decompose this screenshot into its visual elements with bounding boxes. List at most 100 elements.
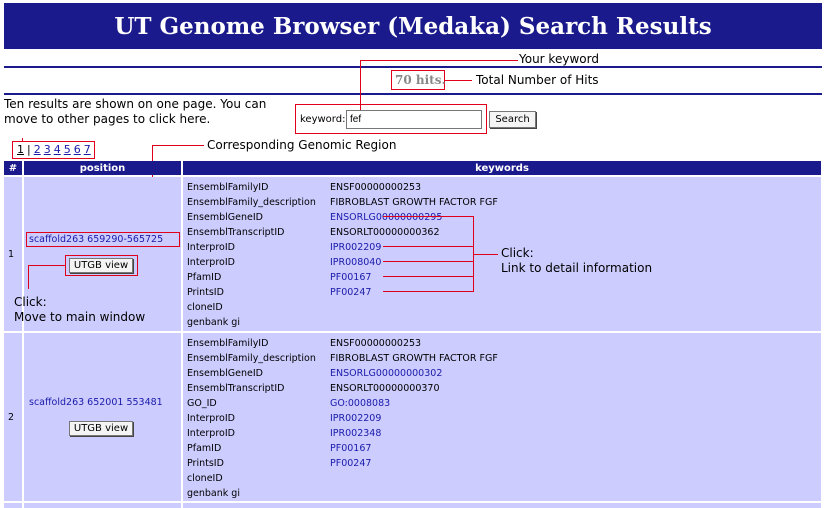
keyword-value: ENSORLT00000000370 [330, 383, 440, 394]
keyword-name: genbank gi [187, 488, 240, 499]
keyword-value: FIBROBLAST GROWTH FACTOR FGF [330, 197, 498, 208]
keyword-name: EnsemblTranscriptID [187, 227, 285, 238]
keyword-name: EnsemblFamily_description [187, 353, 316, 364]
keyword-value-link[interactable]: PF00247 [330, 285, 371, 300]
keyword-name: EnsemblFamily_description [187, 197, 316, 208]
column-header-num: # [4, 161, 22, 175]
annotation-line [474, 254, 498, 255]
keyword-value-link[interactable]: ENSORLG00000000302 [330, 366, 442, 381]
keyword-row: EnsemblFamilyID ENSF00000000253 [187, 180, 817, 195]
position-link[interactable]: scaffold263 659290-565725 [29, 234, 163, 245]
page-link-3[interactable]: 3 [44, 143, 51, 156]
keyword-row: PfamID PF00167 [187, 441, 817, 456]
column-header-keywords: keywords [183, 161, 821, 175]
divider-bottom [4, 93, 822, 95]
keyword-name: EnsemblTranscriptID [187, 383, 285, 394]
keyword-row: PrintsID PF00247 [187, 456, 817, 471]
page-link-2[interactable]: 2 [34, 143, 41, 156]
keyword-row: EnsemblGeneID ENSORLG00000000302 [187, 366, 817, 381]
annotation-click-detail: Click: Link to detail information [501, 246, 652, 276]
keyword-row: EnsemblFamilyID ENSF00000000253 [187, 336, 817, 351]
annotation-click-detail-line1: Click: [501, 246, 534, 260]
keyword-name: InterproID [187, 413, 235, 424]
annotation-line [152, 145, 204, 146]
annotation-line [360, 60, 518, 61]
page-link-5[interactable]: 5 [64, 143, 71, 156]
keyword-row: EnsemblTranscriptID ENSORLT00000000362 [187, 225, 817, 240]
keyword-row: EnsemblGeneID ENSORLG00000000295 [187, 210, 817, 225]
keyword-value: FIBROBLAST GROWTH FACTOR FGF [330, 353, 498, 364]
row-number: 2 [8, 412, 15, 423]
utgb-view-button[interactable]: UTGB view [69, 421, 133, 436]
page-link-6[interactable]: 6 [74, 143, 81, 156]
keyword-name: PrintsID [187, 458, 224, 469]
keyword-input[interactable] [346, 110, 482, 129]
keyword-name: InterproID [187, 257, 235, 268]
annotation-line [383, 291, 474, 292]
keyword-name: EnsemblFamilyID [187, 182, 269, 193]
keyword-name: EnsemblGeneID [187, 212, 263, 223]
pagination: 1 | 2 3 4 5 6 7 [17, 143, 91, 156]
row-number: 1 [8, 249, 15, 260]
keyword-row: PrintsID PF00247 [187, 285, 817, 300]
position-link[interactable]: scaffold263 652001 553481 [29, 397, 163, 408]
keyword-name: EnsemblGeneID [187, 368, 263, 379]
page-title: UT Genome Browser (Medaka) Search Result… [4, 3, 822, 49]
keyword-value-link[interactable]: IPR008040 [330, 255, 381, 270]
keyword-list: EnsemblFamilyID ENSF00000000253 EnsemblFam… [187, 336, 817, 501]
keyword-row: genbank gi [187, 315, 817, 330]
keyword-row: GO_ID GO:0008083 [187, 396, 817, 411]
keyword-value: ENSF00000000253 [330, 182, 422, 193]
keyword-name: genbank gi [187, 317, 240, 328]
search-button[interactable]: Search [489, 111, 536, 128]
annotation-line [28, 265, 65, 266]
annotation-click-detail-line2: Link to detail information [501, 261, 653, 275]
annotation-total-hits: Total Number of Hits [476, 73, 599, 87]
keyword-value-link[interactable]: IPR002348 [330, 426, 381, 441]
annotation-click-main-line2: Move to main window [14, 310, 146, 324]
keyword-row: EnsemblTranscriptID ENSORLT00000000370 [187, 381, 817, 396]
page-link-7[interactable]: 7 [84, 143, 91, 156]
column-header-position: position [24, 161, 181, 175]
keyword-name: cloneID [187, 302, 223, 313]
annotation-line [445, 80, 472, 81]
utgb-view-button[interactable]: UTGB view [69, 258, 133, 273]
annotation-corresponding-region: Corresponding Genomic Region [207, 138, 397, 152]
keyword-row: InterproID IPR002348 [187, 426, 817, 441]
keyword-value-link[interactable]: IPR002209 [330, 240, 381, 255]
page-link-4[interactable]: 4 [54, 143, 61, 156]
keyword-name: cloneID [187, 473, 223, 484]
page-current: 1 [17, 143, 24, 156]
annotation-click-main-line1: Click: [14, 295, 47, 309]
keyword-row: EnsemblFamily_description FIBROBLAST GROW… [187, 195, 817, 210]
keyword-value-link[interactable]: GO:0008083 [330, 396, 390, 411]
hits-count: 70 hits. [395, 73, 446, 87]
keyword-value-link[interactable]: PF00247 [330, 456, 371, 471]
page-separator: | [27, 143, 31, 156]
keyword-row: cloneID [187, 300, 817, 315]
keyword-value-link[interactable]: ENSORLG00000000295 [330, 210, 442, 225]
annotation-line [383, 246, 474, 247]
keyword-name: InterproID [187, 428, 235, 439]
keyword-value: ENSF00000000253 [330, 338, 422, 349]
annotation-line [28, 265, 29, 289]
keywords-cell [183, 503, 821, 508]
annotation-click-main: Click: Move to main window [14, 295, 145, 325]
annotation-ten-results: Ten results are shown on one page. You c… [4, 97, 267, 126]
keyword-name: EnsemblFamilyID [187, 338, 269, 349]
keyword-name: PfamID [187, 443, 222, 454]
keyword-value-link[interactable]: IPR002209 [330, 411, 381, 426]
keyword-value-link[interactable]: PF00167 [330, 270, 371, 285]
table-row [4, 503, 22, 508]
annotation-line [383, 276, 474, 277]
annotation-line [383, 216, 474, 217]
annotation-your-keyword: Your keyword [519, 52, 599, 66]
keyword-row: InterproID IPR002209 [187, 411, 817, 426]
keyword-value-link[interactable]: PF00167 [330, 441, 371, 456]
keyword-name: GO_ID [187, 398, 217, 409]
keyword-name: PfamID [187, 272, 222, 283]
keyword-name: PrintsID [187, 287, 224, 298]
keyword-row: EnsemblFamily_description FIBROBLAST GROW… [187, 351, 817, 366]
keyword-value: ENSORLT00000000362 [330, 227, 440, 238]
position-cell [24, 333, 181, 501]
